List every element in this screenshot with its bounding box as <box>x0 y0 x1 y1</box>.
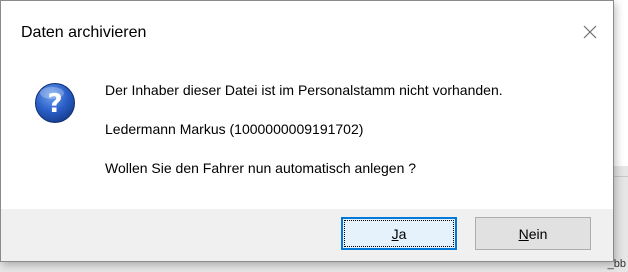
svg-text:?: ? <box>47 89 62 119</box>
yes-button-label: a <box>398 225 407 242</box>
no-button[interactable]: Nein <box>475 217 591 250</box>
question-icon: ? <box>35 83 75 123</box>
yes-button[interactable]: Ja <box>341 217 457 250</box>
close-button[interactable] <box>567 1 613 63</box>
no-button-label: ein <box>528 225 548 242</box>
message-line-1: Der Inhaber dieser Datei ist im Personal… <box>105 82 503 98</box>
message-dialog: Daten archivieren ? Der Inhaber dieser D… <box>0 0 614 262</box>
yes-button-mnemonic: J <box>391 225 399 242</box>
close-icon <box>583 25 597 39</box>
no-button-mnemonic: N <box>518 225 529 242</box>
message-line-3: Wollen Sie den Fahrer nun automatisch an… <box>105 160 417 176</box>
dialog-content: ? Der Inhaber dieser Datei ist im Person… <box>1 63 613 209</box>
dialog-button-bar: Ja Nein <box>1 209 613 261</box>
message-line-2: Ledermann Markus (1000000009191702) <box>105 121 364 137</box>
dialog-title: Daten archivieren <box>21 24 147 41</box>
dialog-titlebar: Daten archivieren <box>1 1 613 63</box>
